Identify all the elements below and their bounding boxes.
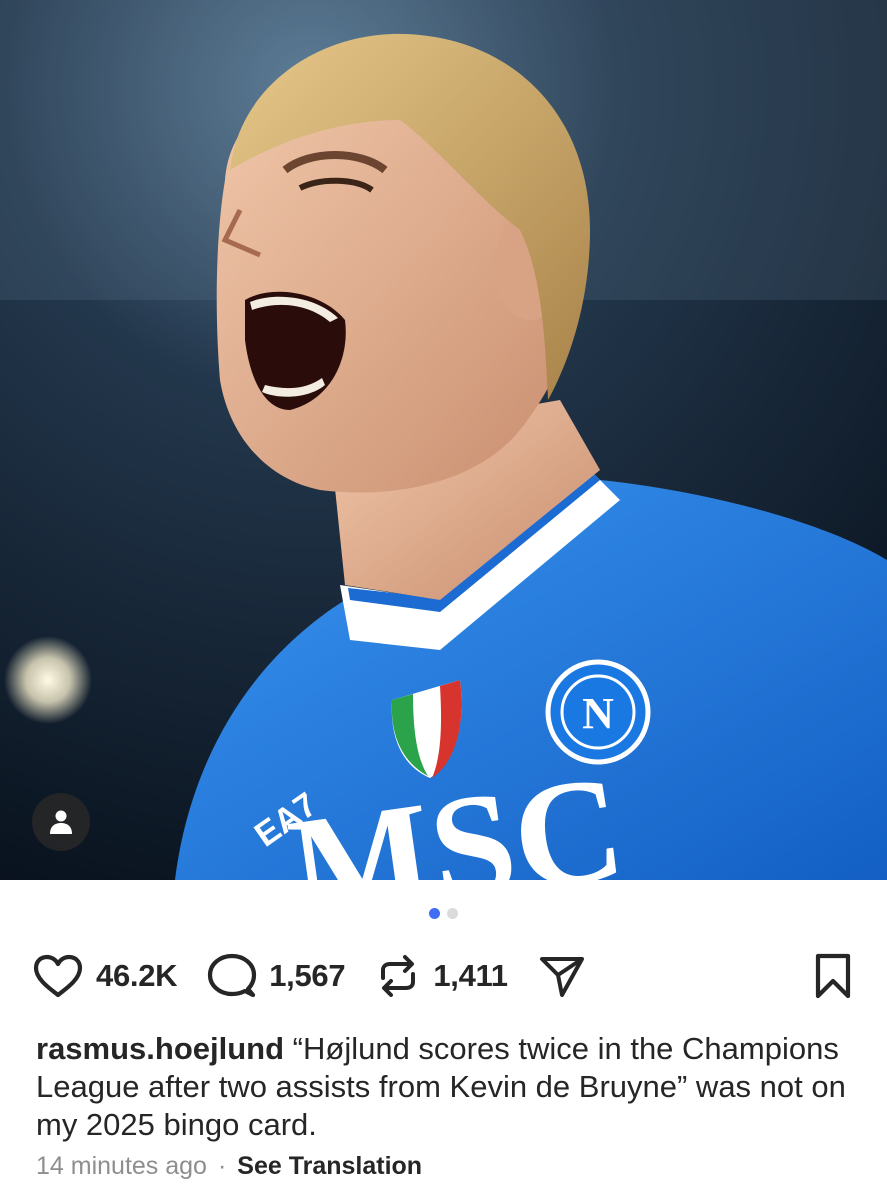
user-tag-icon: [50, 810, 72, 834]
comment-button[interactable]: 1,567: [207, 952, 346, 1000]
repost-button[interactable]: 1,411: [375, 952, 508, 1000]
svg-text:N: N: [582, 689, 614, 738]
action-bar: 46.2K 1,567 1,411: [32, 946, 853, 1006]
meta-separator: ·: [217, 1152, 227, 1180]
tagged-users-button[interactable]: [32, 793, 90, 851]
see-translation-link[interactable]: See Translation: [237, 1152, 422, 1181]
player-photo: N MSC EA7: [0, 0, 887, 880]
like-count[interactable]: 46.2K: [96, 958, 178, 994]
post-meta: 14 minutes ago · See Translation: [36, 1152, 422, 1181]
send-icon: [539, 957, 584, 997]
repost-icon: [381, 955, 416, 997]
carousel-dot-active[interactable]: [429, 908, 440, 919]
comment-count[interactable]: 1,567: [269, 958, 345, 994]
repost-count[interactable]: 1,411: [433, 958, 508, 994]
comment-bubble-icon: [208, 953, 257, 998]
carousel-dot[interactable]: [447, 908, 458, 919]
post-caption: rasmus.hoejlund “Højlund scores twice in…: [36, 1030, 851, 1144]
carousel-indicator: [0, 908, 887, 919]
post-timestamp: 14 minutes ago: [36, 1152, 207, 1180]
post: N MSC EA7 46.2K 1,567 1,411 rasmus.hoejl…: [0, 0, 887, 1200]
post-image[interactable]: N MSC EA7: [0, 0, 887, 880]
bookmark-icon: [815, 953, 851, 999]
share-button[interactable]: [538, 953, 586, 999]
save-button[interactable]: [813, 952, 853, 1000]
caption-username[interactable]: rasmus.hoejlund: [36, 1031, 284, 1066]
heart-icon: [33, 954, 83, 998]
like-button[interactable]: 46.2K: [32, 953, 178, 999]
